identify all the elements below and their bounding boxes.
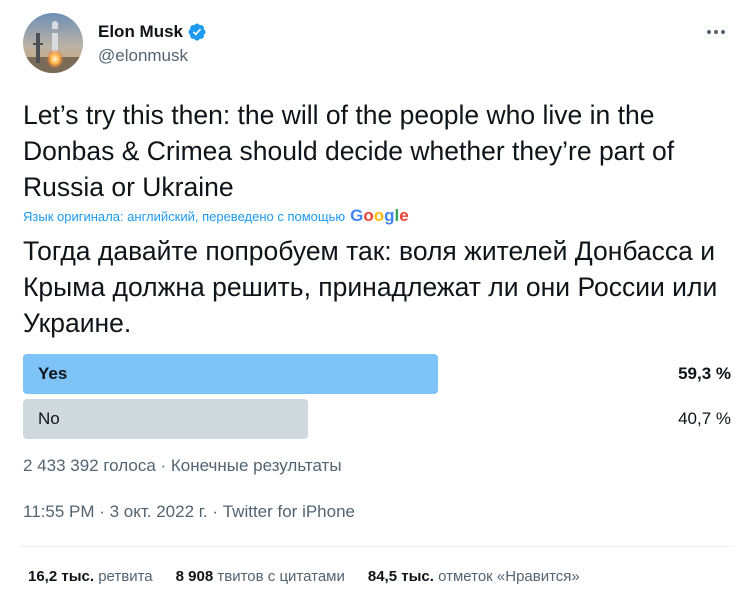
- poll-percent-no: 40,7 %: [678, 409, 731, 428]
- verified-badge-icon: [187, 22, 207, 42]
- name-row: Elon Musk: [98, 20, 207, 44]
- poll-bar-no: [23, 399, 308, 439]
- dot: [721, 30, 725, 34]
- tweet-text: Let’s try this then: the will of the peo…: [23, 100, 675, 202]
- poll-option-no: No 40,7 %: [23, 399, 731, 439]
- translated-text: Тогда давайте попробуем так: воля жителе…: [23, 236, 718, 338]
- dot: [714, 30, 718, 34]
- likes-stat[interactable]: 84,5 тыс. отметок «Нравится»: [368, 568, 580, 585]
- translation-note-text: Язык оригинала: английский, переведено с…: [23, 208, 346, 224]
- poll-bar-yes: [23, 354, 438, 394]
- poll: Yes 59,3 % No 40,7 %: [23, 354, 731, 444]
- poll-option-yes: Yes 59,3 %: [23, 354, 731, 394]
- engagement-stats: 16,2 тыс. ретвита 8 908 твитов с цитатам…: [28, 568, 603, 585]
- poll-label-yes: Yes: [38, 364, 68, 383]
- quotes-count: 8 908: [175, 568, 214, 585]
- author-name[interactable]: Elon Musk: [98, 22, 183, 42]
- retweets-label: ретвита: [98, 568, 153, 585]
- translation-note[interactable]: Язык оригинала: английский, переведено с…: [23, 206, 409, 226]
- quotes-label: твитов с цитатами: [217, 568, 345, 585]
- avatar[interactable]: [23, 13, 83, 73]
- tweet-card: Elon Musk @elonmusk Let’s try this then:…: [0, 0, 749, 606]
- quotes-stat[interactable]: 8 908 твитов с цитатами: [176, 568, 345, 585]
- likes-count: 84,5 тыс.: [367, 568, 434, 585]
- poll-label-no: No: [38, 409, 60, 428]
- google-logo: Google: [350, 206, 409, 225]
- author-block: Elon Musk @elonmusk: [98, 20, 207, 66]
- retweets-count: 16,2 тыс.: [28, 568, 95, 585]
- author-handle[interactable]: @elonmusk: [98, 46, 207, 66]
- retweets-stat[interactable]: 16,2 тыс. ретвита: [28, 568, 153, 585]
- poll-percent-yes: 59,3 %: [678, 364, 731, 383]
- divider: [20, 546, 735, 547]
- dot: [707, 30, 711, 34]
- likes-label: отметок «Нравится»: [438, 568, 580, 585]
- poll-meta: 2 433 392 голоса · Конечные результаты: [23, 456, 342, 475]
- more-options-icon[interactable]: [703, 22, 729, 42]
- tweet-timestamp[interactable]: 11:55 PM · 3 окт. 2022 г. · Twitter for …: [23, 502, 355, 522]
